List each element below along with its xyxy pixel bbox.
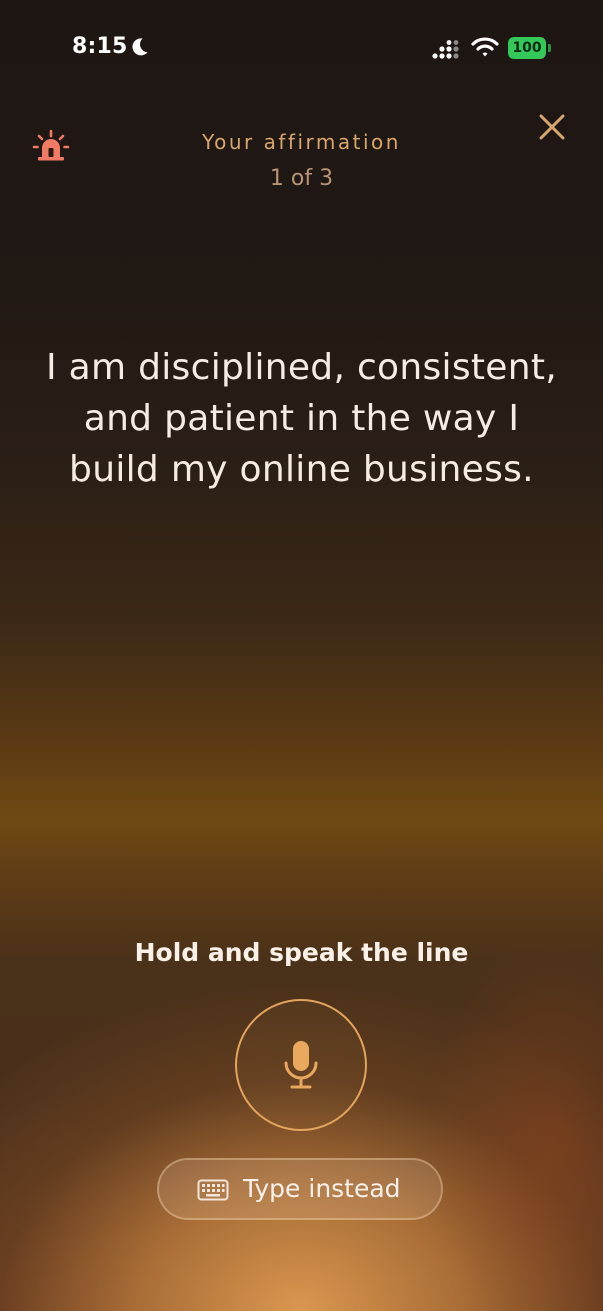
status-bar: 8:15 100 — [0, 0, 603, 96]
affirmation-text: I am disciplined, consistent, and patien… — [45, 347, 558, 490]
affirmation-screen: 8:15 100 Your affirmation 1 of 3 I am di… — [0, 0, 603, 1311]
type-instead-button[interactable]: Type instead — [157, 1158, 443, 1220]
signal-icon — [432, 40, 459, 59]
battery-icon: 100 — [508, 37, 546, 59]
status-time: 8:15 — [72, 34, 128, 59]
affirmation-counter: 1 of 3 — [269, 166, 334, 191]
wifi-icon — [471, 37, 499, 57]
type-instead-label: Type instead — [243, 1174, 401, 1203]
keyboard-icon — [197, 1179, 229, 1201]
header-title: Your affirmation — [202, 130, 401, 154]
speak-hint: Hold and speak the line — [134, 938, 469, 967]
battery-tip — [548, 44, 551, 52]
close-icon[interactable] — [537, 112, 567, 142]
moon-icon — [132, 38, 148, 56]
hold-to-speak-button[interactable] — [235, 999, 367, 1131]
microphone-icon — [284, 1041, 318, 1089]
